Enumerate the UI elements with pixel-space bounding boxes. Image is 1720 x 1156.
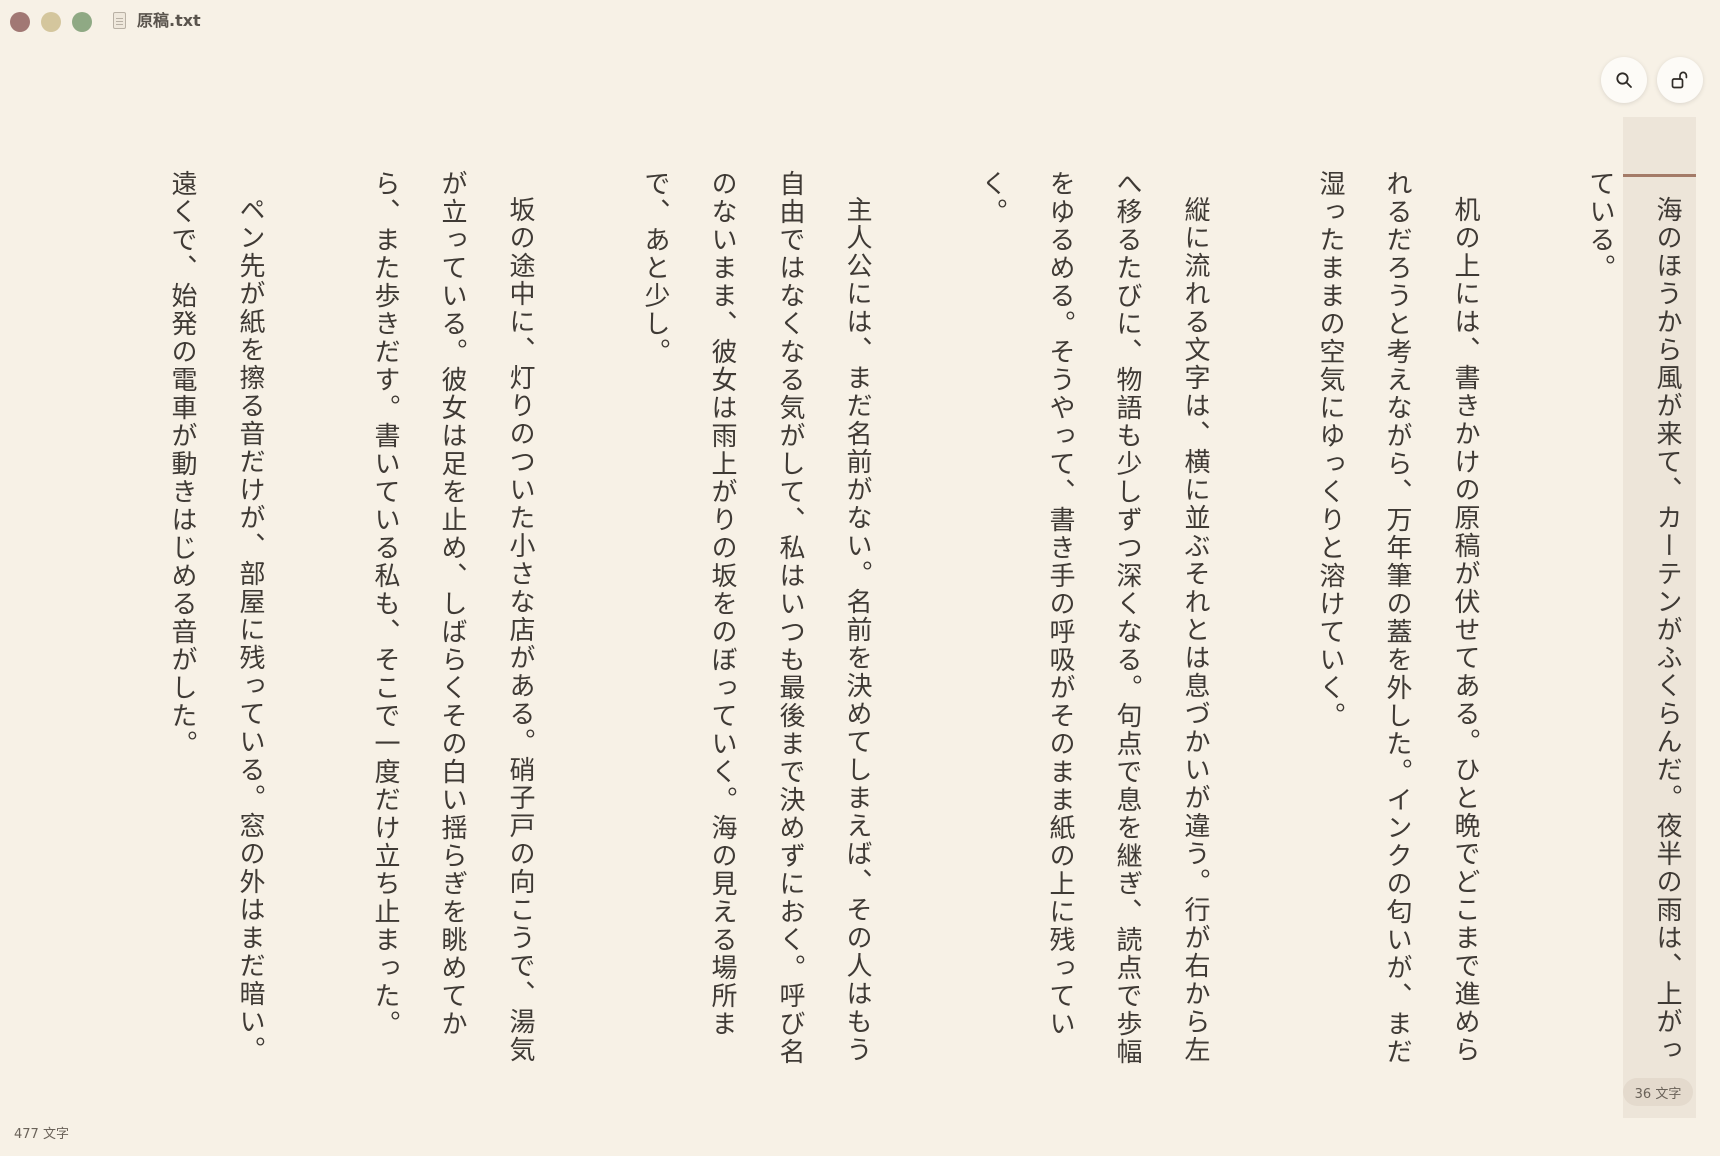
cursor-indicator (1623, 174, 1696, 177)
document-icon (113, 12, 126, 29)
text-column[interactable]: 机の上には、書きかけの原稿が伏せてある。ひと晩でどこまで進めら (1446, 196, 1483, 1064)
text-column[interactable]: ている。 (1581, 170, 1618, 282)
text-column[interactable]: のないまま、彼女は雨上がりの坂をのぼっていく。海の見える場所ま (703, 170, 740, 1038)
text-column[interactable]: 湿ったままの空気にゆっくりと溶けていく。 (1311, 170, 1348, 730)
total-char-count: 477 文字 (14, 1127, 69, 1142)
text-column[interactable]: が立っている。彼女は足を止め、しばらくその白い揺らぎを眺めてか (433, 170, 470, 1038)
text-column[interactable]: へ移るたびに、物語も少しずつ深くなる。句点で息を継ぎ、読点で歩幅 (1108, 170, 1145, 1066)
lock-toggle-button[interactable] (1657, 57, 1703, 103)
text-column[interactable]: 坂の途中に、灯りのついた小さな店がある。硝子戸の向こうで、湯気 (501, 196, 538, 1064)
window-title: 原稿.txt (137, 11, 201, 30)
text-column[interactable]: ら、また歩きだす。書いている私も、そこで一度だけ立ち止まった。 (366, 170, 403, 1038)
text-column[interactable]: ペン先が紙を擦る音だけが、部屋に残っている。窓の外はまだ暗い。 (231, 196, 268, 1064)
search-icon (1616, 72, 1632, 88)
unlock-icon (1671, 71, 1688, 89)
editor-window: 原稿.txt 36 文字 海のほうから風が来て、カーテンがふくらんだ。夜半の雨は… (0, 0, 1720, 1156)
text-column[interactable]: 主人公には、まだ名前がない。名前を決めてしまえば、その人はもう (838, 196, 875, 1064)
text-column[interactable]: れるだろうと考えながら、万年筆の蓋を外した。インクの匂いが、まだ (1378, 170, 1415, 1066)
text-column[interactable]: をゆるめる。そうやって、書き手の呼吸がそのまま紙の上に残ってい (1041, 170, 1078, 1038)
text-column[interactable]: で、あと少し。 (636, 170, 673, 366)
search-button[interactable] (1601, 57, 1647, 103)
text-column[interactable]: 縦に流れる文字は、横に並ぶそれとは息づかいが違う。行が右から左 (1176, 196, 1213, 1064)
close-window-button[interactable] (10, 12, 30, 32)
minimize-window-button[interactable] (41, 12, 61, 32)
text-column[interactable]: 遠くで、始発の電車が動きはじめる音がした。 (163, 170, 200, 758)
text-column[interactable]: く。 (973, 170, 1010, 226)
zoom-window-button[interactable] (72, 12, 92, 32)
column-char-count: 36 文字 (1623, 1078, 1693, 1106)
text-column[interactable]: 自由ではなくなる気がして、私はいつも最後まで決めずにおく。呼び名 (771, 170, 808, 1066)
text-column[interactable]: 海のほうから風が来て、カーテンがふくらんだ。夜半の雨は、上がっ (1648, 196, 1685, 1064)
title-bar: 原稿.txt (0, 0, 1720, 44)
